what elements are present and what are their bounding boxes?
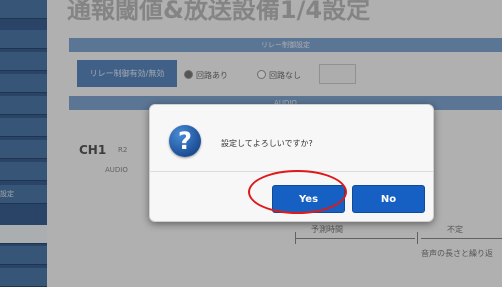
dialog-message: 設定してよろしいですか?	[221, 139, 313, 148]
no-button[interactable]: No	[352, 185, 425, 213]
question-icon: ?	[169, 125, 201, 157]
highlight-circle	[248, 170, 347, 214]
